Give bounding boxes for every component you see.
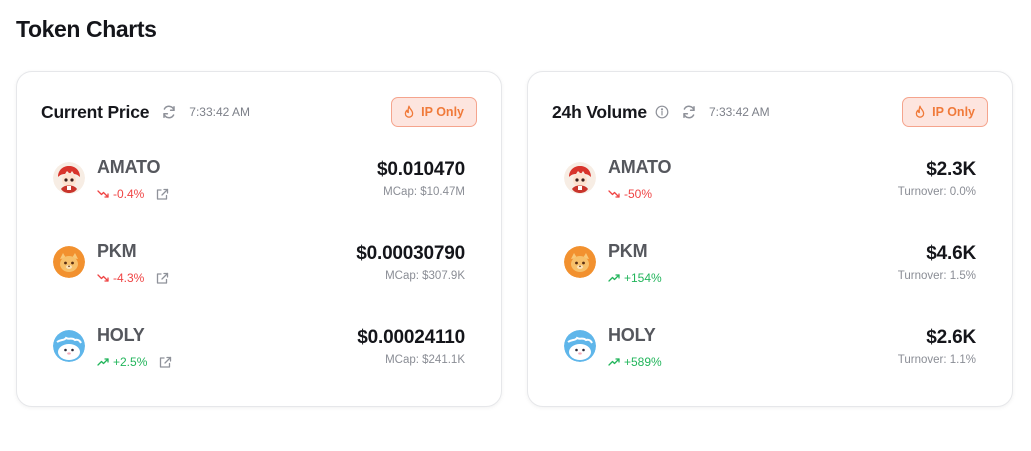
change-value: +2.5% <box>113 355 148 369</box>
token-volume: $2.6K <box>926 327 976 348</box>
pkm-avatar <box>53 246 85 278</box>
token-symbol: PKM <box>608 241 648 261</box>
holy-avatar <box>564 330 596 362</box>
page-title: Token Charts <box>16 16 157 42</box>
trend-down-icon <box>97 189 109 199</box>
change-value: +589% <box>624 355 662 369</box>
token-volume: $2.3K <box>926 159 976 180</box>
update-time: 7:33:42 AM <box>189 105 250 119</box>
refresh-icon[interactable] <box>161 104 177 120</box>
token-symbol: PKM <box>97 241 137 261</box>
price-change: -4.3% <box>97 271 169 285</box>
token-symbol: HOLY <box>608 325 656 345</box>
token-volume: $4.6K <box>926 243 976 264</box>
card-header: Current Price 7:33:42 AM IP Only <box>41 97 477 127</box>
amato-avatar <box>564 162 596 194</box>
token-symbol: HOLY <box>97 325 145 345</box>
token-row[interactable]: PKM +154% $4.6K Turnover: 1.5% <box>564 240 976 324</box>
card-header: 24h Volume 7:33:42 AM IP Only <box>552 97 988 127</box>
token-row[interactable]: AMATO -0.4% $0.010470 MCap: $10.47M <box>53 156 465 240</box>
change-value: -50% <box>624 187 653 201</box>
refresh-icon[interactable] <box>681 104 697 120</box>
token-price: $0.010470 <box>376 159 465 180</box>
badge-label: IP Only <box>421 105 464 119</box>
external-link-icon[interactable] <box>156 272 169 285</box>
trend-down-icon <box>97 273 109 283</box>
trend-down-icon <box>608 189 620 199</box>
change-value: +154% <box>624 271 662 285</box>
change-value: -4.3% <box>113 271 145 285</box>
volume-change: -50% <box>608 187 652 201</box>
price-change: -0.4% <box>97 187 169 201</box>
current-price-card: Current Price 7:33:42 AM IP Only AMATO -… <box>16 71 502 407</box>
market-cap: MCap: $241.1K <box>385 354 465 366</box>
badge-label: IP Only <box>932 105 975 119</box>
token-row[interactable]: PKM -4.3% $0.00030790 MCap: $307.9K <box>53 240 465 324</box>
holy-avatar <box>53 330 85 362</box>
amato-avatar <box>53 162 85 194</box>
token-symbol: AMATO <box>608 157 672 177</box>
token-list: AMATO -0.4% $0.010470 MCap: $10.47M PKM … <box>53 156 465 408</box>
flame-icon <box>914 105 926 119</box>
turnover: Turnover: 1.5% <box>897 270 976 282</box>
external-link-icon[interactable] <box>156 188 169 201</box>
ip-only-button[interactable]: IP Only <box>902 97 988 127</box>
token-price: $0.00030790 <box>356 243 465 264</box>
card-title: Current Price <box>41 101 150 122</box>
trend-up-icon <box>608 273 620 283</box>
flame-icon <box>403 105 415 119</box>
price-change: +2.5% <box>97 355 172 369</box>
update-time: 7:33:42 AM <box>708 105 770 119</box>
market-cap: MCap: $307.9K <box>385 270 465 282</box>
change-value: -0.4% <box>113 187 145 201</box>
token-row[interactable]: HOLY +589% $2.6K Turnover: 1.1% <box>564 324 976 408</box>
info-icon[interactable] <box>655 105 669 119</box>
trend-up-icon <box>608 357 620 367</box>
external-link-icon[interactable] <box>159 356 172 369</box>
token-price: $0.00024110 <box>357 327 465 348</box>
volume-change: +589% <box>608 355 662 369</box>
token-row[interactable]: HOLY +2.5% $0.00024110 MCap: $241.1K <box>53 324 465 408</box>
volume-card: 24h Volume 7:33:42 AM IP Only AMATO -50%… <box>527 71 1013 407</box>
volume-change: +154% <box>608 271 662 285</box>
token-symbol: AMATO <box>97 157 161 177</box>
token-row[interactable]: AMATO -50% $2.3K Turnover: 0.0% <box>564 156 976 240</box>
ip-only-button[interactable]: IP Only <box>391 97 477 127</box>
turnover: Turnover: 0.0% <box>897 186 976 198</box>
pkm-avatar <box>564 246 596 278</box>
turnover: Turnover: 1.1% <box>897 354 976 366</box>
card-title: 24h Volume <box>552 101 647 122</box>
market-cap: MCap: $10.47M <box>383 186 465 198</box>
trend-up-icon <box>97 357 109 367</box>
token-list: AMATO -50% $2.3K Turnover: 0.0% PKM +154… <box>564 156 976 408</box>
